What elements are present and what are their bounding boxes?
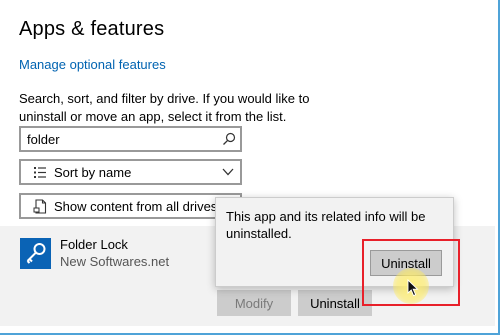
list-sort-icon [34, 167, 46, 178]
manage-optional-features-link[interactable]: Manage optional features [19, 57, 166, 72]
drive-document-icon [33, 199, 47, 214]
drive-filter-label: Show content from all drives [54, 199, 218, 214]
uninstall-confirm-flyout: This app and its related info will be un… [215, 197, 454, 287]
search-icon[interactable] [222, 132, 236, 146]
search-box[interactable] [19, 126, 242, 152]
confirm-uninstall-button[interactable]: Uninstall [370, 250, 442, 276]
app-publisher: New Softwares.net [60, 254, 170, 269]
flyout-message: This app and its related info will be un… [226, 209, 426, 241]
sort-dropdown-label: Sort by name [54, 165, 132, 180]
key-icon [26, 243, 46, 264]
page-description: Search, sort, and filter by drive. If yo… [19, 91, 310, 124]
search-input[interactable] [27, 131, 217, 148]
page-title: Apps & features [19, 18, 165, 40]
drive-filter-dropdown[interactable]: Show content from all drives [19, 193, 242, 219]
sort-dropdown[interactable]: Sort by name [19, 159, 242, 185]
modify-button: Modify [217, 290, 291, 316]
app-name: Folder Lock [60, 237, 128, 252]
chevron-down-icon [222, 168, 234, 176]
folder-lock-app-icon [20, 238, 51, 269]
uninstall-button[interactable]: Uninstall [298, 290, 372, 316]
